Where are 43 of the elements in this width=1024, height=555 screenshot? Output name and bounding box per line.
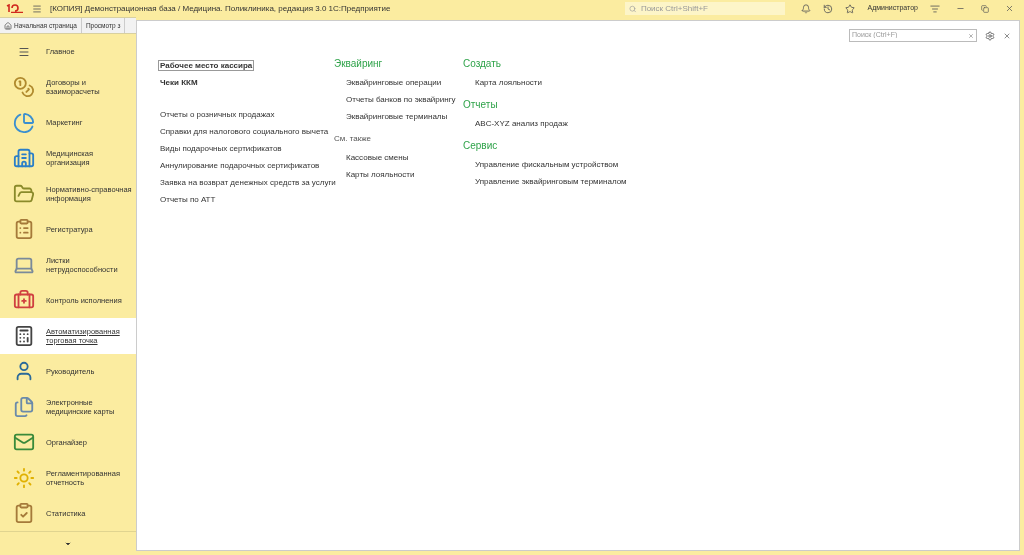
history-icon[interactable] xyxy=(823,3,834,14)
clipboard-icon xyxy=(13,502,35,525)
clipboard-icon xyxy=(13,218,35,241)
documents-icon xyxy=(13,395,35,418)
menu-link[interactable]: Карта лояльности xyxy=(475,78,542,87)
section-heading: Сервис xyxy=(463,140,499,152)
home-icon xyxy=(4,21,12,30)
pie-chart-icon xyxy=(13,111,35,134)
clear-icon[interactable] xyxy=(968,32,974,39)
menu-link[interactable]: Управление эквайринговым терминалом xyxy=(475,177,627,186)
cash-register-icon xyxy=(13,324,35,347)
section-heading: Создать xyxy=(463,58,502,70)
window-title: [КОПИЯ] Демонстрационная база / Медицина. Поликлиника, редакция 3.0 1С:Предприятие xyxy=(50,2,391,15)
menu-link[interactable]: Чеки ККМ xyxy=(158,77,200,88)
menu-link[interactable]: Карты лояльности xyxy=(346,170,415,179)
search-icon xyxy=(629,4,637,13)
section-heading: Эквайринг xyxy=(334,58,384,70)
settings-icon[interactable] xyxy=(985,30,995,41)
close-icon[interactable] xyxy=(1005,4,1014,13)
menu-link[interactable]: Отчеты о розничных продажах xyxy=(158,109,277,120)
star-icon[interactable] xyxy=(845,3,856,14)
building-icon xyxy=(13,147,35,170)
menu-link[interactable]: Эквайринговые терминалы xyxy=(346,112,448,121)
menu-link[interactable]: Отчеты банков по эквайрингу xyxy=(346,95,456,104)
menu-link[interactable]: Заявка на возврат денежных средств за услуги xyxy=(158,177,338,188)
menu-link[interactable]: ABC-XYZ анализ продаж xyxy=(475,119,568,128)
menu-link[interactable]: Виды подарочных сертификатов xyxy=(158,143,284,154)
menu-link[interactable]: Аннулирование подарочных сертификатов xyxy=(158,160,322,171)
menu-link[interactable]: Кассовые смены xyxy=(346,153,409,162)
folder-icon xyxy=(13,182,35,205)
menu-link[interactable]: Отчеты по АТТ xyxy=(158,194,218,205)
logo-icon xyxy=(6,4,24,13)
section-heading: См. также xyxy=(334,133,373,145)
coins-icon xyxy=(13,76,35,99)
menu-link[interactable]: Справки для налогового социального вычета xyxy=(158,126,331,137)
menu-link[interactable]: Управление фискальным устройством xyxy=(475,160,619,169)
close-icon[interactable] xyxy=(1003,31,1011,40)
bell-icon[interactable] xyxy=(801,3,812,14)
section-heading: Отчеты xyxy=(463,99,499,111)
restore-icon[interactable] xyxy=(981,4,989,13)
menu-link[interactable]: Эквайринговые операции xyxy=(346,78,442,87)
menu-link[interactable]: Рабочее место кассира xyxy=(158,60,255,71)
sun-icon xyxy=(13,466,35,489)
